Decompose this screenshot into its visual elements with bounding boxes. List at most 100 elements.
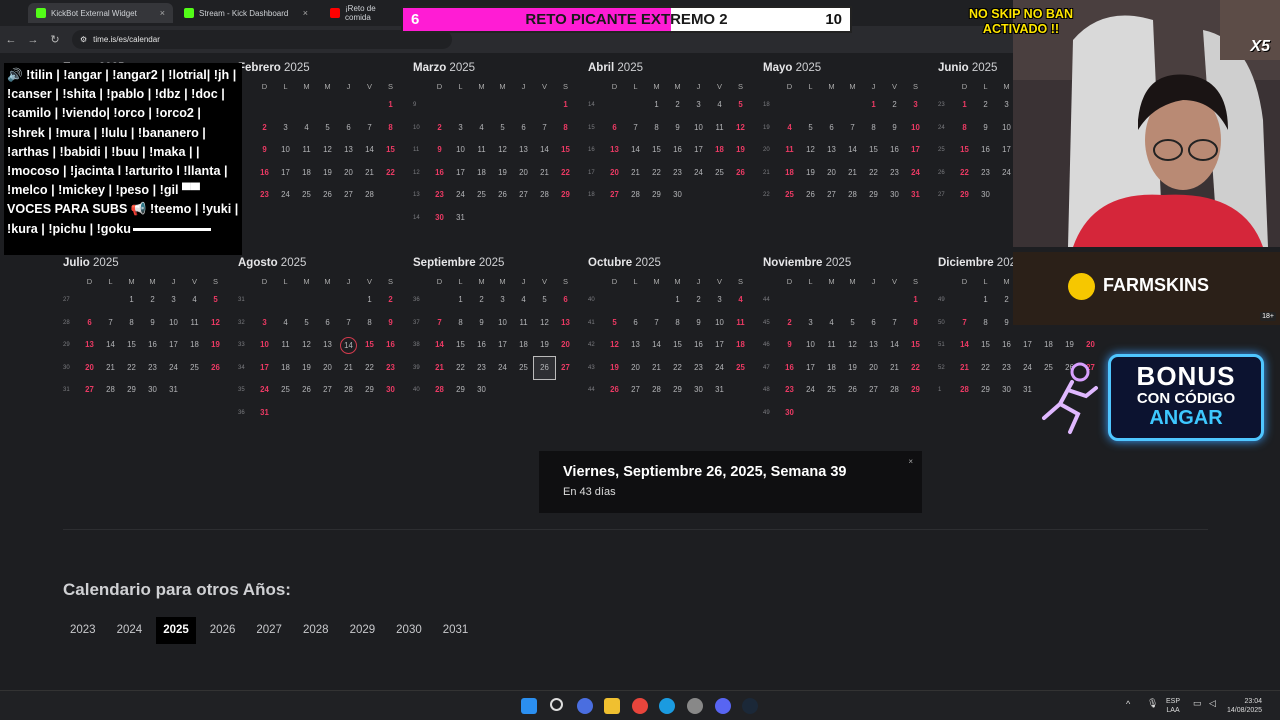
day-cell[interactable]: 23 [429, 184, 450, 207]
day-cell[interactable]: 29 [905, 379, 926, 402]
day-cell[interactable]: 24 [688, 162, 709, 185]
day-cell[interactable]: 6 [821, 117, 842, 140]
day-cell[interactable]: 14 [429, 334, 450, 357]
day-cell[interactable]: 12 [205, 312, 226, 335]
close-tab-icon[interactable]: × [303, 8, 308, 18]
discord-icon[interactable] [715, 698, 731, 714]
day-cell[interactable]: 4 [821, 312, 842, 335]
day-cell[interactable]: 6 [604, 117, 625, 140]
day-cell[interactable]: 16 [429, 162, 450, 185]
day-cell[interactable]: 16 [380, 334, 401, 357]
day-cell[interactable]: 26 [533, 355, 556, 380]
day-cell[interactable]: 17 [492, 334, 513, 357]
month-title[interactable]: Septiembre 2025 [413, 257, 573, 271]
day-cell[interactable]: 1 [975, 289, 996, 312]
day-cell[interactable]: 26 [604, 379, 625, 402]
day-cell[interactable]: 19 [730, 139, 751, 162]
day-cell[interactable]: 29 [975, 379, 996, 402]
day-cell[interactable]: 30 [975, 184, 996, 207]
steam-icon[interactable] [742, 698, 758, 714]
day-cell[interactable]: 1 [905, 289, 926, 312]
day-cell[interactable]: 14 [954, 334, 975, 357]
day-cell[interactable]: 25 [821, 379, 842, 402]
day-cell[interactable]: 23 [667, 162, 688, 185]
day-cell[interactable]: 2 [975, 94, 996, 117]
day-cell[interactable]: 3 [905, 94, 926, 117]
day-cell[interactable]: 8 [555, 117, 576, 140]
day-cell[interactable]: 20 [604, 162, 625, 185]
microphone-icon[interactable]: 🎙 [1147, 699, 1158, 708]
day-cell[interactable]: 2 [779, 312, 800, 335]
day-cell[interactable]: 5 [730, 94, 751, 117]
day-cell[interactable]: 17 [163, 334, 184, 357]
day-cell[interactable]: 29 [121, 379, 142, 402]
day-cell[interactable]: 13 [513, 139, 534, 162]
day-cell[interactable]: 16 [667, 139, 688, 162]
day-cell[interactable]: 9 [380, 312, 401, 335]
day-cell[interactable]: 12 [296, 334, 317, 357]
day-cell[interactable]: 19 [534, 334, 555, 357]
day-cell[interactable]: 26 [800, 184, 821, 207]
day-cell[interactable]: 15 [863, 139, 884, 162]
day-cell[interactable]: 21 [338, 357, 359, 380]
day-cell[interactable]: 11 [730, 312, 751, 335]
day-cell[interactable]: 3 [800, 312, 821, 335]
day-cell[interactable]: 6 [555, 289, 576, 312]
day-cell[interactable]: 23 [380, 357, 401, 380]
day-cell[interactable]: 12 [604, 334, 625, 357]
day-cell[interactable]: 25 [296, 184, 317, 207]
day-cell[interactable]: 11 [296, 139, 317, 162]
day-cell[interactable]: 20 [338, 162, 359, 185]
month-title[interactable]: Agosto 2025 [238, 257, 398, 271]
day-cell[interactable]: 22 [121, 357, 142, 380]
day-cell[interactable]: 5 [604, 312, 625, 335]
day-cell[interactable]: 14 [359, 139, 380, 162]
day-cell[interactable]: 29 [954, 184, 975, 207]
day-cell[interactable]: 21 [534, 162, 555, 185]
windows-start-icon[interactable] [521, 698, 537, 714]
day-cell[interactable]: 15 [646, 139, 667, 162]
day-cell[interactable]: 8 [646, 117, 667, 140]
day-cell[interactable]: 8 [863, 117, 884, 140]
day-cell[interactable]: 18 [296, 162, 317, 185]
day-cell[interactable]: 14 [625, 139, 646, 162]
day-cell[interactable]: 16 [779, 357, 800, 380]
day-cell[interactable]: 7 [429, 312, 450, 335]
obs-icon[interactable] [687, 698, 703, 714]
day-cell[interactable]: 9 [471, 312, 492, 335]
day-cell[interactable]: 12 [800, 139, 821, 162]
month-title[interactable]: Noviembre 2025 [763, 257, 923, 271]
day-cell[interactable]: 7 [842, 117, 863, 140]
copilot-icon[interactable] [577, 698, 593, 714]
day-cell[interactable]: 12 [842, 334, 863, 357]
day-cell[interactable]: 12 [317, 139, 338, 162]
day-cell[interactable]: 22 [863, 162, 884, 185]
day-cell[interactable]: 13 [317, 334, 338, 357]
day-cell[interactable]: 29 [450, 379, 471, 402]
day-cell[interactable]: 7 [100, 312, 121, 335]
day-cell[interactable]: 16 [688, 334, 709, 357]
day-cell[interactable]: 7 [338, 312, 359, 335]
day-cell[interactable]: 11 [275, 334, 296, 357]
day-cell[interactable]: 16 [996, 334, 1017, 357]
month-title[interactable]: Febrero 2025 [238, 62, 398, 76]
day-cell[interactable]: 3 [163, 289, 184, 312]
day-cell[interactable]: 23 [688, 357, 709, 380]
day-cell[interactable]: 16 [254, 162, 275, 185]
day-cell[interactable]: 2 [688, 289, 709, 312]
day-cell[interactable]: 10 [905, 117, 926, 140]
chrome-icon[interactable] [632, 698, 648, 714]
day-cell[interactable]: 19 [317, 162, 338, 185]
day-cell[interactable]: 21 [646, 357, 667, 380]
day-cell[interactable]: 4 [513, 289, 534, 312]
day-cell[interactable]: 1 [954, 94, 975, 117]
clock[interactable]: 23:04 14/08/2025 [1227, 697, 1262, 715]
day-cell[interactable]: 24 [254, 379, 275, 402]
year-link-2030[interactable]: 2030 [389, 617, 429, 644]
day-cell[interactable]: 25 [513, 357, 534, 380]
day-cell[interactable]: 23 [254, 184, 275, 207]
day-cell[interactable]: 18 [821, 357, 842, 380]
day-cell[interactable]: 21 [884, 357, 905, 380]
day-cell[interactable]: 2 [429, 117, 450, 140]
day-cell[interactable]: 3 [492, 289, 513, 312]
